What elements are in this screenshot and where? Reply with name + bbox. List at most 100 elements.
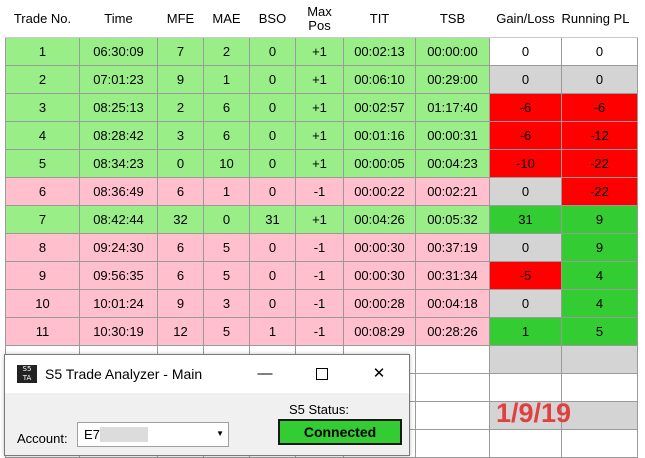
cell-maxpos: +1: [295, 205, 344, 234]
column-header-2[interactable]: MFE: [157, 0, 204, 38]
account-select[interactable]: E7 ▼: [77, 422, 229, 447]
cell-mae: 5: [203, 261, 250, 290]
table-row[interactable]: 9 09:56:35 6 5 0 -1 00:00:30 00:31:34 -5 4: [5, 261, 638, 290]
cell-mfe: 0: [157, 149, 204, 178]
cell-gain-loss: -5: [489, 261, 562, 290]
column-header-9[interactable]: Running PL: [561, 0, 638, 38]
cell-mfe: 12: [157, 317, 204, 346]
cell-bso: 31: [249, 205, 296, 234]
cell-gain-loss: 0: [489, 289, 562, 318]
cell-maxpos: -1: [295, 233, 344, 262]
column-header-7[interactable]: TSB: [415, 0, 490, 38]
cell-time: 08:42:44: [79, 205, 158, 234]
cell-mfe: 32: [157, 205, 204, 234]
cell-tsb: 00:31:34: [415, 261, 490, 290]
cell-trade: 7: [5, 205, 80, 234]
column-header-4[interactable]: BSO: [249, 0, 296, 38]
cell-mae: 6: [203, 121, 250, 150]
column-header-6[interactable]: TIT: [343, 0, 416, 38]
cell-gain-loss: 0: [489, 37, 562, 66]
cell-running-pl: 4: [561, 289, 638, 318]
empty-cell: [415, 401, 490, 430]
empty-cell: [415, 373, 490, 402]
table-row[interactable]: 3 08:25:13 2 6 0 +1 00:02:57 01:17:40 -6 -6: [5, 93, 638, 122]
cell-running-pl: 5: [561, 317, 638, 346]
empty-cell: [415, 345, 490, 374]
cell-mae: 0: [203, 205, 250, 234]
column-header-5[interactable]: Max Pos: [295, 0, 344, 38]
cell-gain-loss: 1: [489, 317, 562, 346]
cell-trade: 2: [5, 65, 80, 94]
cell-mfe: 6: [157, 233, 204, 262]
cell-bso: 0: [249, 261, 296, 290]
cell-running-pl: -6: [561, 93, 638, 122]
cell-gain-loss: 0: [489, 177, 562, 206]
cell-trade: 11: [5, 317, 80, 346]
cell-time: 08:25:13: [79, 93, 158, 122]
cell-trade: 10: [5, 289, 80, 318]
cell-maxpos: +1: [295, 93, 344, 122]
column-header-1[interactable]: Time: [79, 0, 158, 38]
cell-time: 08:36:49: [79, 177, 158, 206]
cell-tsb: 00:05:32: [415, 205, 490, 234]
cell-maxpos: -1: [295, 317, 344, 346]
maximize-button[interactable]: [305, 361, 339, 387]
trade-analyzer-window[interactable]: S5 TA S5 Trade Analyzer - Main — ✕ S5 Sta…: [4, 354, 410, 456]
cell-mae: 1: [203, 65, 250, 94]
cell-running-pl: 9: [561, 233, 638, 262]
table-row[interactable]: 8 09:24:30 6 5 0 -1 00:00:30 00:37:19 0 9: [5, 233, 638, 262]
cell-bso: 0: [249, 37, 296, 66]
cell-trade: 5: [5, 149, 80, 178]
cell-trade: 4: [5, 121, 80, 150]
empty-cell: [561, 345, 638, 374]
cell-tsb: 01:17:40: [415, 93, 490, 122]
cell-time: 09:56:35: [79, 261, 158, 290]
minimize-button[interactable]: —: [248, 361, 282, 387]
status-connected-button[interactable]: Connected: [278, 419, 402, 445]
cell-trade: 1: [5, 37, 80, 66]
cell-bso: 1: [249, 317, 296, 346]
cell-tit: 00:00:30: [343, 261, 416, 290]
cell-trade: 3: [5, 93, 80, 122]
table-row[interactable]: 4 08:28:42 3 6 0 +1 00:01:16 00:00:31 -6 -12: [5, 121, 638, 150]
cell-gain-loss: -6: [489, 121, 562, 150]
column-header-8[interactable]: Gain/Loss: [489, 0, 562, 38]
cell-running-pl: -22: [561, 149, 638, 178]
cell-mae: 1: [203, 177, 250, 206]
column-header-3[interactable]: MAE: [203, 0, 250, 38]
table-row[interactable]: 7 08:42:44 32 0 31 +1 00:04:26 00:05:32 31 9: [5, 205, 638, 234]
empty-cell: [561, 429, 638, 458]
close-button[interactable]: ✕: [362, 361, 396, 387]
cell-time: 08:34:23: [79, 149, 158, 178]
table-row[interactable]: 5 08:34:23 0 10 0 +1 00:00:05 00:04:23 -10 -22: [5, 149, 638, 178]
table-row[interactable]: 10 10:01:24 9 3 0 -1 00:00:28 00:04:18 0 4: [5, 289, 638, 318]
cell-mfe: 9: [157, 289, 204, 318]
chevron-down-icon[interactable]: ▼: [216, 429, 224, 438]
table-row[interactable]: 2 07:01:23 9 1 0 +1 00:06:10 00:29:00 0 0: [5, 65, 638, 94]
cell-trade: 9: [5, 261, 80, 290]
cell-tsb: 00:37:19: [415, 233, 490, 262]
cell-tsb: 00:02:21: [415, 177, 490, 206]
cell-bso: 0: [249, 149, 296, 178]
empty-cell: [415, 429, 490, 458]
cell-tit: 00:00:28: [343, 289, 416, 318]
cell-tsb: 00:00:31: [415, 121, 490, 150]
cell-running-pl: 9: [561, 205, 638, 234]
cell-mae: 6: [203, 93, 250, 122]
table-row[interactable]: 1 06:30:09 7 2 0 +1 00:02:13 00:00:00 0 0: [5, 37, 638, 66]
cell-time: 06:30:09: [79, 37, 158, 66]
cell-tit: 00:00:22: [343, 177, 416, 206]
cell-tsb: 00:28:26: [415, 317, 490, 346]
table-row[interactable]: 11 10:30:19 12 5 1 -1 00:08:29 00:28:26 1 5: [5, 317, 638, 346]
maximize-icon: [316, 368, 328, 381]
window-titlebar[interactable]: S5 TA S5 Trade Analyzer - Main — ✕: [5, 355, 409, 393]
cell-maxpos: -1: [295, 289, 344, 318]
cell-mae: 3: [203, 289, 250, 318]
column-header-0[interactable]: Trade No.: [5, 0, 80, 38]
table-row[interactable]: 6 08:36:49 6 1 0 -1 00:00:22 00:02:21 0 -22: [5, 177, 638, 206]
cell-tsb: 00:04:18: [415, 289, 490, 318]
cell-bso: 0: [249, 93, 296, 122]
cell-tsb: 00:29:00: [415, 65, 490, 94]
account-redaction: [100, 427, 148, 442]
cell-running-pl: -12: [561, 121, 638, 150]
